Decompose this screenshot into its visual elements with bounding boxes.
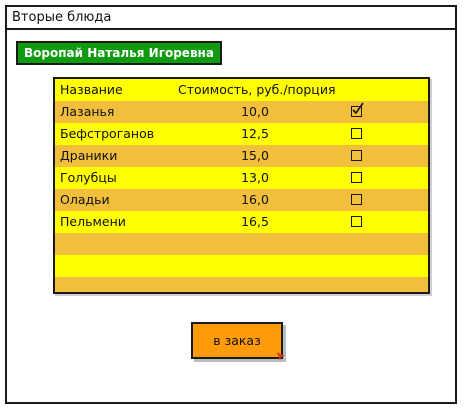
select-checkbox[interactable] — [351, 102, 364, 117]
dish-name: Драники — [60, 148, 118, 163]
dishes-table: Название Стоимость, руб./порция Лазанья … — [53, 77, 430, 294]
empty-row — [55, 277, 428, 292]
table-row[interactable]: Пельмени 16,5 — [55, 211, 428, 233]
dish-price: 13,0 — [241, 170, 269, 185]
dish-name: Пельмени — [60, 214, 126, 229]
select-checkbox[interactable] — [351, 128, 362, 139]
dish-name: Голубцы — [60, 170, 117, 185]
add-to-order-label: в заказ — [213, 333, 261, 348]
table-row[interactable]: Лазанья 10,0 — [55, 101, 428, 123]
add-to-order-button[interactable]: в заказ — [191, 322, 285, 361]
header-name: Название — [60, 82, 123, 97]
dish-name: Лазанья — [60, 104, 115, 119]
main-window: Вторые блюда Воропай Наталья Игоревна На… — [5, 5, 457, 404]
dish-name: Бефстроганов — [60, 126, 155, 141]
dish-price: 12,5 — [241, 126, 269, 141]
select-checkbox[interactable] — [351, 150, 362, 161]
select-checkbox[interactable] — [351, 216, 362, 227]
dish-name: Оладьи — [60, 192, 110, 207]
table-row[interactable]: Бефстроганов 12,5 — [55, 123, 428, 145]
dish-price: 16,5 — [241, 214, 269, 229]
header-price: Стоимость, руб./порция — [178, 82, 336, 97]
user-name-badge: Воропай Наталья Игоревна — [16, 41, 222, 65]
empty-row — [55, 255, 428, 277]
cursor-icon — [277, 352, 285, 361]
table-row[interactable]: Голубцы 13,0 — [55, 167, 428, 189]
checkmark-icon — [352, 102, 364, 115]
select-checkbox[interactable] — [351, 172, 362, 183]
table-row[interactable]: Драники 15,0 — [55, 145, 428, 167]
table-header-row: Название Стоимость, руб./порция — [55, 79, 428, 101]
window-title: Вторые блюда — [7, 7, 455, 30]
table-row[interactable]: Оладьи 16,0 — [55, 189, 428, 211]
select-checkbox[interactable] — [351, 194, 362, 205]
dish-price: 10,0 — [241, 104, 269, 119]
empty-row — [55, 233, 428, 255]
dish-price: 15,0 — [241, 148, 269, 163]
dish-price: 16,0 — [241, 192, 269, 207]
